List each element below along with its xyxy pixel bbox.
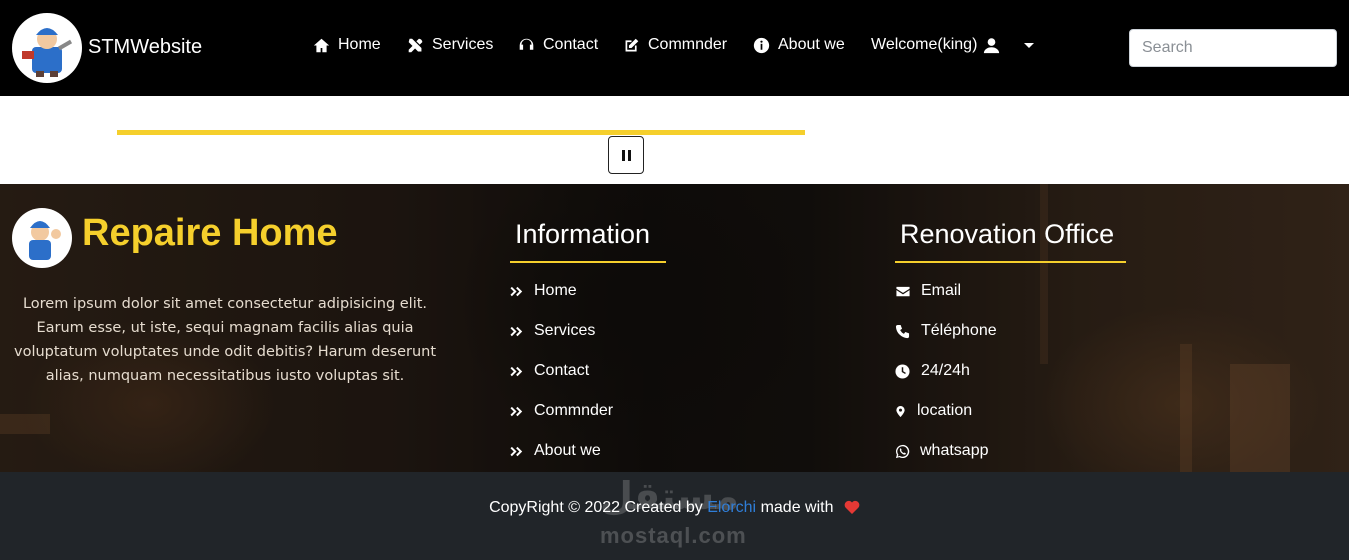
map-marker-icon <box>896 405 905 417</box>
nav-commnder-label: Commnder <box>648 36 728 53</box>
copyright-text: CopyRight © 2022 Created by Elorchi made… <box>0 499 1349 517</box>
office-divider <box>895 261 1126 263</box>
phone-icon <box>895 324 910 338</box>
double-chevron-right-icon <box>510 446 523 456</box>
footer-logo <box>12 208 72 268</box>
double-chevron-right-icon <box>510 366 523 376</box>
copyright-prefix: CopyRight © 2022 Created by <box>489 499 703 516</box>
nav-commnder[interactable]: Commnder <box>623 36 727 54</box>
footer: Repaire Home Lorem ipsum dolor sit amet … <box>0 184 1349 472</box>
search-input[interactable] <box>1129 29 1337 67</box>
footer-link-contact[interactable]: Contact <box>510 362 589 380</box>
user-menu-toggle[interactable]: Welcome(king) <box>871 36 1035 54</box>
double-chevron-right-icon <box>510 406 523 416</box>
nav-services[interactable]: Services <box>407 36 493 54</box>
nav-about-label: About we <box>778 36 845 53</box>
info-icon <box>753 37 770 53</box>
office-item-label: Téléphone <box>921 322 997 339</box>
information-title: Information <box>515 219 651 249</box>
office-email[interactable]: Email <box>895 282 961 300</box>
footer-link-label: Home <box>534 282 577 299</box>
tools-icon <box>408 38 423 52</box>
footer-description: Lorem ipsum dolor sit amet consectetur a… <box>14 296 437 384</box>
copyright-bar: مستقل mostaql.com CopyRight © 2022 Creat… <box>0 472 1349 560</box>
clock-icon <box>895 363 910 379</box>
nav-home-label: Home <box>338 36 381 53</box>
footer-link-label: Services <box>534 322 596 339</box>
navbar: STMWebsite Home Services Contact Commnde… <box>0 0 1349 96</box>
office-item-label: whatsapp <box>920 442 989 459</box>
whatsapp-icon <box>895 444 910 458</box>
nav-contact[interactable]: Contact <box>518 36 598 54</box>
user-menu-label: Welcome(king) <box>871 36 978 53</box>
footer-link-label: About we <box>534 442 601 459</box>
office-item-label: Email <box>921 282 962 299</box>
footer-link-home[interactable]: Home <box>510 282 577 300</box>
office-phone[interactable]: Téléphone <box>895 322 997 340</box>
user-icon <box>984 37 1000 53</box>
headset-icon <box>519 38 534 50</box>
heart-icon <box>844 500 860 514</box>
office-hours: 24/24h <box>895 362 970 380</box>
office-whatsapp[interactable]: whatsapp <box>895 442 989 460</box>
brand-name[interactable]: STMWebsite <box>88 36 202 59</box>
site-logo[interactable] <box>12 13 82 83</box>
copyright-suffix: made with <box>760 499 834 516</box>
envelope-icon <box>896 286 910 296</box>
nav-home[interactable]: Home <box>313 36 381 54</box>
home-icon <box>313 38 330 52</box>
footer-link-label: Commnder <box>534 402 614 419</box>
chevron-down-icon <box>1024 42 1035 48</box>
office-location[interactable]: location <box>895 402 972 420</box>
footer-link-label: Contact <box>534 362 590 379</box>
watermark-latin: mostaql.com <box>600 523 747 548</box>
double-chevron-right-icon <box>510 286 523 296</box>
footer-link-services[interactable]: Services <box>510 322 595 340</box>
footer-brand: Repaire Home <box>82 212 338 254</box>
office-item-label: location <box>917 402 973 419</box>
footer-link-about[interactable]: About we <box>510 442 601 460</box>
nav-about[interactable]: About we <box>753 36 845 54</box>
nav-contact-label: Contact <box>543 36 599 53</box>
copyright-author-link[interactable]: Elorchi <box>707 499 756 516</box>
office-item-label: 24/24h <box>921 362 970 379</box>
information-divider <box>510 261 666 263</box>
nav-services-label: Services <box>432 36 494 53</box>
edit-icon <box>625 38 639 51</box>
slider-progress-bar <box>117 130 805 135</box>
double-chevron-right-icon <box>510 326 523 336</box>
slider-pause-button[interactable] <box>608 136 644 174</box>
office-title: Renovation Office <box>900 219 1115 249</box>
footer-link-commnder[interactable]: Commnder <box>510 402 613 420</box>
pause-icon <box>621 149 625 161</box>
